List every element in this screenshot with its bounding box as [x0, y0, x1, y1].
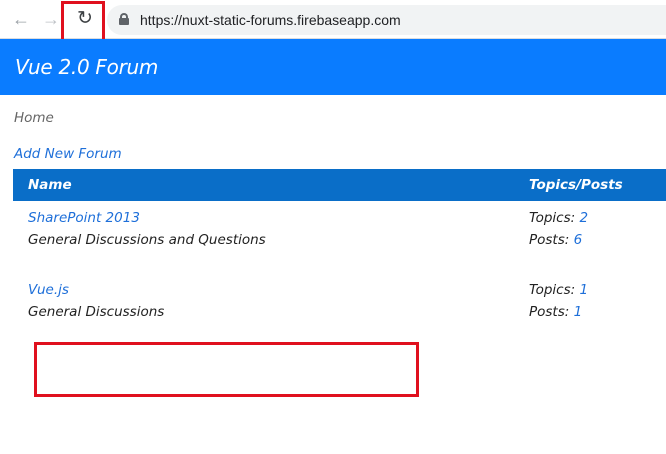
- forum-link[interactable]: Vue.js: [28, 282, 69, 298]
- posts-count: Posts: 6: [529, 232, 583, 248]
- table-header: Name Topics/Posts: [13, 169, 666, 201]
- forum-link[interactable]: SharePoint 2013: [28, 210, 140, 226]
- add-new-forum-link[interactable]: Add New Forum: [14, 146, 122, 162]
- posts-link[interactable]: 1: [574, 304, 583, 320]
- forum-description: General Discussions and Questions: [28, 232, 266, 248]
- breadcrumb-home[interactable]: Home: [14, 110, 54, 126]
- forum-description: General Discussions: [28, 304, 165, 320]
- app-header: Vue 2.0 Forum: [0, 39, 666, 95]
- address-bar[interactable]: https://nuxt-static-forums.firebaseapp.c…: [107, 5, 666, 35]
- reload-highlight-box: [61, 1, 105, 43]
- posts-count: Posts: 1: [529, 304, 583, 320]
- topics-link[interactable]: 1: [579, 282, 588, 298]
- lock-icon: [119, 13, 129, 25]
- table-row: Vue.js General Discussions Topics: 1 Pos…: [13, 282, 666, 332]
- table-row: SharePoint 2013 General Discussions and …: [13, 210, 666, 260]
- arrow-right-icon[interactable]: →: [39, 7, 63, 31]
- column-header-topics-posts: Topics/Posts: [529, 177, 623, 193]
- topics-count: Topics: 1: [529, 282, 589, 298]
- column-header-name: Name: [28, 177, 72, 193]
- posts-link[interactable]: 6: [574, 232, 583, 248]
- empty-highlight-box: [34, 342, 419, 397]
- browser-toolbar: ← → ↻ https://nuxt-static-forums.firebas…: [0, 0, 666, 43]
- app-title[interactable]: Vue 2.0 Forum: [15, 55, 158, 79]
- url-text[interactable]: https://nuxt-static-forums.firebaseapp.c…: [140, 12, 401, 28]
- arrow-left-icon[interactable]: ←: [9, 7, 33, 31]
- topics-count: Topics: 2: [529, 210, 589, 226]
- topics-link[interactable]: 2: [579, 210, 588, 226]
